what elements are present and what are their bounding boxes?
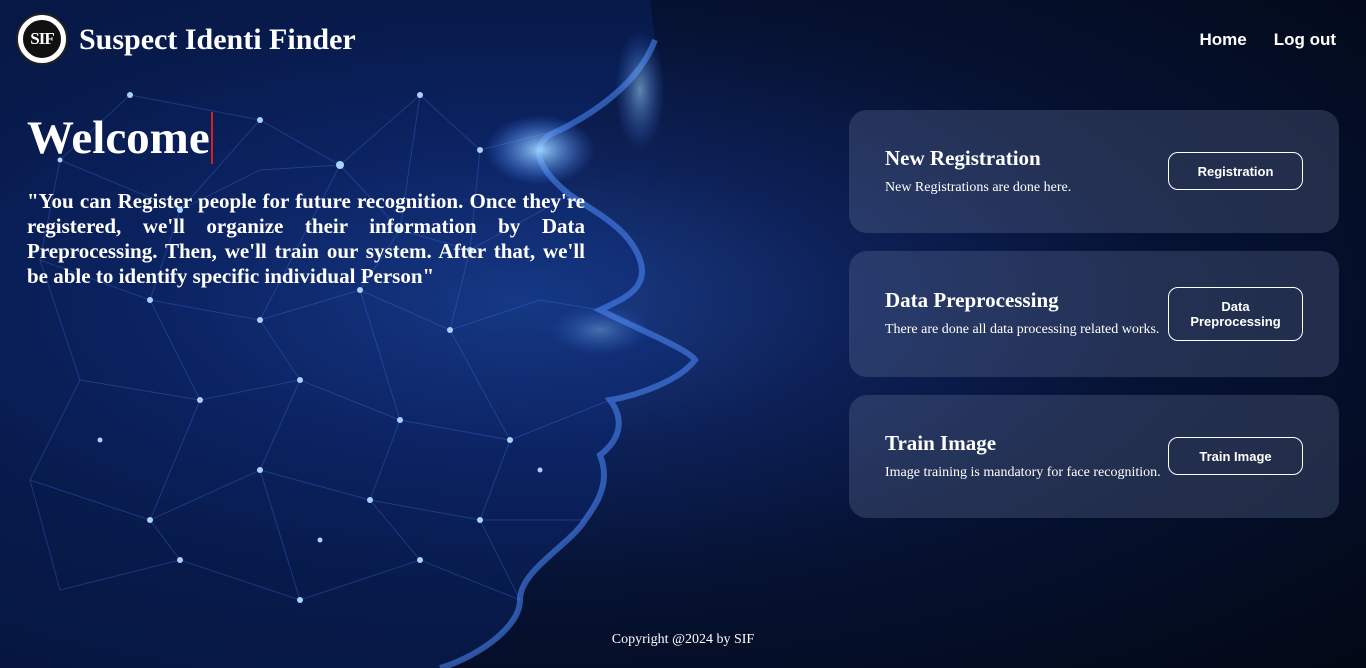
logo-text: SIF (21, 18, 63, 60)
top-navbar: SIF Suspect Identi Finder Home Log out (0, 0, 1366, 80)
registration-button[interactable]: Registration (1168, 152, 1303, 190)
card-new-registration: New Registration New Registrations are d… (849, 110, 1339, 233)
data-preprocessing-button[interactable]: Data Preprocessing (1168, 287, 1303, 341)
card-train-image: Train Image Image training is mandatory … (849, 395, 1339, 518)
sif-logo-icon[interactable]: SIF (16, 13, 68, 65)
typing-cursor (210, 112, 213, 164)
train-image-button[interactable]: Train Image (1168, 437, 1303, 475)
app-title[interactable]: Suspect Identi Finder (79, 22, 356, 58)
card-title: Train Image (885, 431, 997, 455)
nav-home-link[interactable]: Home (1199, 30, 1246, 50)
card-title: New Registration (885, 146, 1041, 170)
footer-copyright: Copyright @2024 by SIF (611, 632, 755, 647)
card-description: New Registrations are done here. (885, 180, 1072, 195)
face-network-background (0, 0, 699, 668)
card-title: Data Preprocessing (885, 288, 1059, 312)
card-description: Image training is mandatory for face rec… (885, 465, 1161, 480)
intro-paragraph: "You can Register people for future reco… (27, 189, 585, 288)
welcome-text: Welcome (27, 112, 210, 164)
card-description: There are done all data processing relat… (885, 322, 1160, 337)
nav-links: Home Log out (1199, 30, 1336, 50)
nav-logout-link[interactable]: Log out (1274, 30, 1336, 50)
card-data-preprocessing: Data Preprocessing There are done all da… (849, 251, 1339, 377)
welcome-heading: Welcome (27, 110, 213, 166)
